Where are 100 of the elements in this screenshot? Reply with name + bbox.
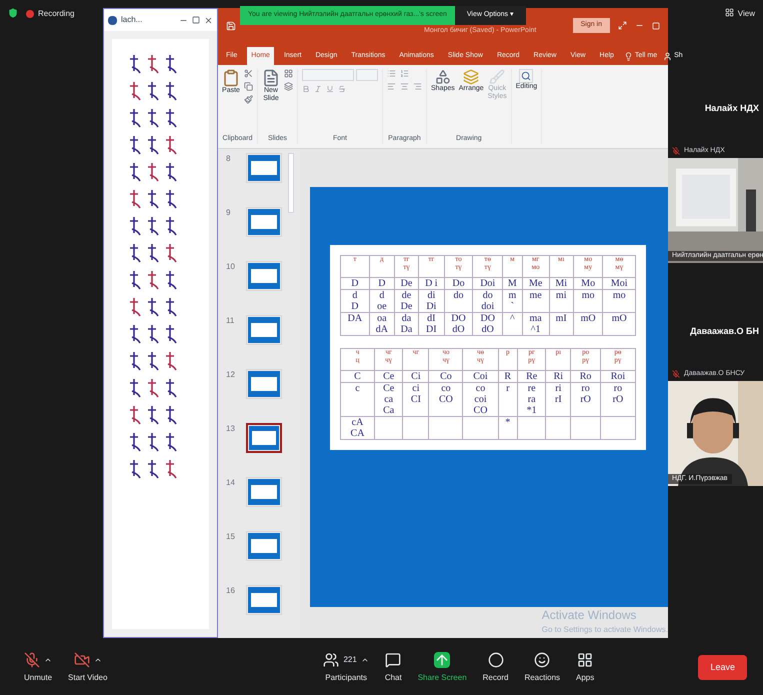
view-button[interactable]: View: [738, 8, 755, 20]
toolbar-button[interactable]: Start Video: [60, 652, 116, 684]
table-cell: Ce: [374, 370, 403, 382]
table-cell: Do: [444, 278, 473, 290]
bold-icon[interactable]: [302, 85, 310, 93]
table-cell: mO: [602, 312, 636, 336]
slide-number: 8: [226, 153, 232, 165]
shapes-icon: [434, 69, 451, 85]
security-shield-icon[interactable]: [8, 8, 18, 18]
table-cell: Roi: [600, 370, 636, 382]
table-cell: d D: [340, 290, 370, 312]
slide-number: 12: [226, 369, 236, 381]
table-cell: D: [369, 278, 394, 290]
align-right-icon[interactable]: [413, 82, 422, 91]
table-cell: DO dO: [444, 312, 473, 336]
table-cell: Co: [428, 370, 463, 382]
ribbon-display-icon[interactable]: [618, 21, 627, 30]
format-painter-icon[interactable]: [244, 95, 253, 104]
table-cell: Moi: [602, 278, 636, 290]
table-cell: da Da: [394, 312, 419, 336]
table-cell: [374, 416, 403, 440]
apps-icon: [577, 652, 594, 668]
recording-indicator: Recording: [38, 8, 74, 20]
table-cell: Ce ca Ca: [374, 382, 403, 416]
toolbar-button[interactable]: Unmute: [16, 652, 60, 684]
table-cell: co CO: [428, 382, 463, 416]
underline-icon[interactable]: [326, 85, 334, 93]
layout-icon[interactable]: [284, 69, 293, 78]
table-cell: M: [502, 278, 522, 290]
reactions-icon: [534, 652, 550, 668]
muted-mic-icon: [672, 146, 680, 155]
table-cell: Mo: [573, 278, 603, 290]
toolbar-button[interactable]: Record: [474, 652, 516, 684]
toolbar-button[interactable]: Chat: [376, 652, 410, 684]
cut-icon[interactable]: [244, 69, 253, 78]
leave-button[interactable]: Leave: [698, 654, 747, 680]
view-icon: [724, 8, 734, 17]
activation-message: Go to Settings to activate Windows.: [542, 624, 668, 636]
table-cell: ri rI: [546, 382, 571, 416]
table-cell: [517, 416, 546, 440]
table-cell: C: [340, 370, 374, 382]
table-cell: [570, 416, 600, 440]
table-cell: D i: [418, 278, 444, 290]
table-cell: *: [498, 416, 518, 440]
italic-icon[interactable]: [314, 85, 322, 93]
table-cell: Me: [522, 278, 550, 290]
toolbar-button[interactable]: Reactions: [516, 652, 568, 684]
table-cell: Ri: [546, 370, 571, 382]
toolbar-button[interactable]: 221 Participants: [315, 652, 377, 684]
table-cell: mo: [573, 290, 603, 312]
table-cell: ro rO: [600, 382, 636, 416]
quick-styles-icon: [489, 69, 506, 85]
activation-title: Activate Windows: [542, 607, 638, 624]
maximize-icon[interactable]: [192, 16, 200, 24]
table-cell: ma ^1: [522, 312, 550, 336]
numbering-icon[interactable]: [400, 69, 409, 78]
table-cell: [600, 416, 636, 440]
table-cell: Ci: [402, 370, 429, 382]
table-cell: me: [522, 290, 550, 312]
record-icon: [488, 652, 504, 668]
close-icon[interactable]: [204, 16, 213, 24]
muted-mic-icon: [672, 370, 680, 378]
table-cell: cA CA: [340, 416, 374, 440]
table-cell: co coi CO: [462, 382, 498, 416]
toolbar-button[interactable]: Apps: [568, 652, 602, 684]
word-app-icon: [108, 16, 117, 24]
table-cell: ro rO: [570, 382, 600, 416]
table-cell: ^: [502, 312, 522, 336]
table-cell: mi: [549, 290, 574, 312]
scrollbar[interactable]: [288, 153, 294, 213]
table-cell: Ro: [570, 370, 600, 382]
table-cell: [402, 416, 429, 440]
bullets-icon[interactable]: [387, 69, 396, 78]
participants-icon: [323, 652, 340, 668]
font-size-field[interactable]: [356, 69, 378, 81]
table-cell: Re: [517, 370, 546, 382]
slide-number: 16: [226, 585, 236, 597]
toolbar-button[interactable]: Share Screen: [410, 652, 475, 684]
align-center-icon[interactable]: [400, 82, 409, 91]
table-cell: [428, 416, 463, 440]
slide-number: 10: [226, 261, 236, 273]
participant-name: Налайх НДХ: [704, 102, 760, 115]
arrange-icon: [463, 69, 480, 85]
table-cell: mo: [602, 290, 636, 312]
table-cell: DA: [340, 312, 370, 336]
align-left-icon[interactable]: [387, 82, 396, 91]
strikethrough-icon[interactable]: [338, 85, 346, 93]
table-cell: [546, 416, 571, 440]
slide-number: 13: [226, 423, 236, 435]
save-icon[interactable]: [226, 20, 236, 30]
table-cell: Mi: [549, 278, 574, 290]
table-cell: do: [444, 290, 473, 312]
slide-thumbnail[interactable]: [246, 423, 282, 453]
font-name-field[interactable]: [302, 69, 354, 81]
slide-number: 14: [226, 477, 236, 489]
slide-number: 9: [226, 207, 232, 219]
table-cell: ci CI: [402, 382, 429, 416]
table-cell: D: [340, 278, 370, 290]
table-cell: R: [498, 370, 518, 382]
copy-icon[interactable]: [244, 82, 253, 91]
